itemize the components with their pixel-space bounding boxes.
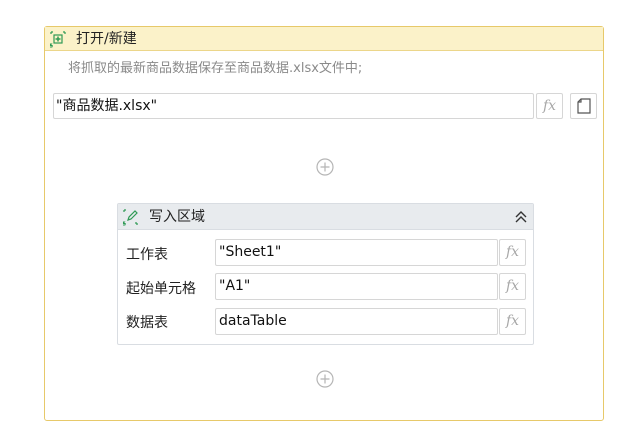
add-step-bottom-icon[interactable] — [316, 370, 334, 388]
svg-text:E: E — [123, 222, 126, 227]
open-create-block[interactable]: E 打开/新建 将抓取的最新商品数据保存至商品数据.xlsx文件中; "商品数据… — [44, 26, 604, 421]
add-step-icon[interactable] — [316, 158, 334, 176]
svg-text:E: E — [50, 44, 53, 49]
start-cell-input[interactable]: "A1" — [215, 273, 498, 300]
start-cell-fx-button[interactable]: fx — [499, 273, 526, 300]
sheet-label: 工作表 — [126, 247, 168, 263]
write-range-block[interactable]: E 写入区域 工作表 "Sheet1" fx 起始单元格 "A1" fx 数据表… — [117, 203, 534, 345]
excel-edit-icon: E — [123, 209, 138, 227]
open-create-title: 打开/新建 — [76, 31, 137, 47]
step-description: 将抓取的最新商品数据保存至商品数据.xlsx文件中; — [68, 61, 363, 76]
open-create-header[interactable]: E 打开/新建 — [45, 27, 603, 51]
sheet-input[interactable]: "Sheet1" — [215, 239, 498, 266]
excel-plus-icon: E — [50, 31, 66, 49]
double-chevron-up-icon[interactable] — [514, 209, 528, 225]
file-path-input[interactable]: "商品数据.xlsx" — [53, 93, 534, 119]
sheet-fx-button[interactable]: fx — [499, 239, 526, 266]
file-icon — [577, 98, 591, 114]
file-path-fx-button[interactable]: fx — [536, 93, 563, 119]
data-table-input[interactable]: dataTable — [215, 308, 498, 335]
write-range-title: 写入区域 — [149, 209, 205, 225]
data-table-label: 数据表 — [126, 315, 168, 331]
write-range-header[interactable]: E 写入区域 — [118, 204, 533, 230]
data-table-fx-button[interactable]: fx — [499, 308, 526, 335]
file-browse-button[interactable] — [570, 93, 597, 119]
start-cell-label: 起始单元格 — [126, 281, 196, 297]
